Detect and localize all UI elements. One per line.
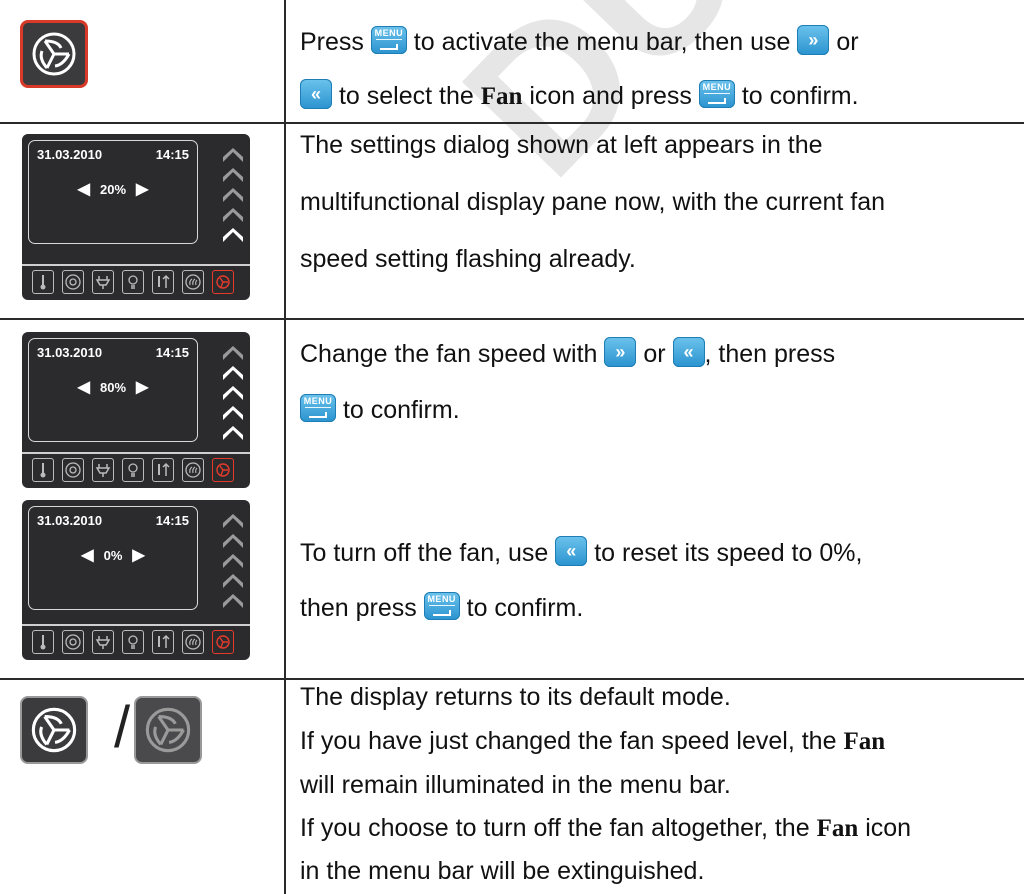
temp-arrows-icon	[152, 270, 174, 294]
settings-display-panel: 31.03.2010 14:15 ◀ 0% ▶	[22, 500, 250, 660]
row2-line3: speed setting flashing already.	[300, 245, 636, 273]
display-screen: 31.03.2010 14:15 ◀ 80% ▶	[28, 338, 198, 442]
display-screen: 31.03.2010 14:15 ◀ 20% ▶	[28, 140, 198, 244]
row3-line4: then press MENU to confirm.	[300, 592, 584, 622]
steam-icon	[182, 270, 204, 294]
row4-line4: If you choose to turn off the fan altoge…	[300, 814, 912, 842]
fan-icon	[212, 270, 234, 294]
date-readout: 31.03.2010	[37, 345, 103, 360]
fan-icon	[212, 630, 234, 654]
speed-level-chevron	[223, 386, 243, 400]
speed-level-chevron	[223, 406, 243, 420]
date-readout: 31.03.2010	[37, 147, 103, 162]
time-readout: 14:15	[155, 345, 189, 360]
bulb-icon	[122, 270, 144, 294]
speed-level-chevron	[223, 168, 243, 182]
speed-level-chevron	[223, 208, 243, 222]
left-arrow-button[interactable]: «	[672, 337, 705, 368]
left-arrow-button[interactable]: «	[300, 79, 332, 110]
row-divider	[0, 678, 1024, 680]
temp-arrows-icon	[152, 458, 174, 482]
time-readout: 14:15	[155, 147, 189, 162]
row2-line1: The settings dialog shown at left appear…	[300, 131, 823, 159]
plug-icon	[92, 270, 114, 294]
right-arrow-button[interactable]: »	[797, 25, 830, 56]
temp-arrows-icon	[152, 630, 174, 654]
speed-readout: ◀ 80% ▶	[77, 379, 149, 396]
speed-level-chevron	[223, 228, 243, 242]
speed-readout: ◀ 20% ▶	[77, 181, 149, 198]
target-icon	[62, 270, 84, 294]
left-arrow-button[interactable]: «	[555, 536, 588, 567]
plug-icon	[92, 630, 114, 654]
speed-level-chevron	[223, 534, 243, 548]
target-icon	[62, 458, 84, 482]
row3-line3: To turn off the fan, use « to reset its …	[300, 525, 862, 582]
fan-icon	[20, 20, 88, 88]
menu-icon-bar	[22, 264, 250, 300]
speed-level-chevron	[223, 346, 243, 360]
plug-icon	[92, 458, 114, 482]
date-readout: 31.03.2010	[37, 513, 103, 528]
time-readout: 14:15	[155, 513, 189, 528]
menu-button[interactable]: MENU	[698, 80, 735, 109]
fan-icon	[212, 458, 234, 482]
settings-display-panel: 31.03.2010 14:15 ◀ 20% ▶	[22, 134, 250, 300]
speed-level-chevron	[223, 594, 243, 608]
fan-icon-illuminated	[20, 696, 88, 764]
row3-line1: Change the fan speed with » or «, then p…	[300, 326, 835, 383]
thermometer-icon	[32, 270, 54, 294]
thermometer-icon	[32, 630, 54, 654]
row-divider	[0, 318, 1024, 320]
speed-level-chevron	[223, 188, 243, 202]
slash-separator: /	[114, 695, 131, 760]
steam-icon	[182, 458, 204, 482]
settings-display-panel: 31.03.2010 14:15 ◀ 80% ▶	[22, 332, 250, 488]
thermometer-icon	[32, 458, 54, 482]
target-icon	[62, 630, 84, 654]
speed-readout: ◀ 0% ▶	[81, 547, 145, 564]
right-arrow-button[interactable]: »	[604, 337, 637, 368]
menu-button[interactable]: MENU	[370, 26, 407, 55]
row4-line1: The display returns to its default mode.	[300, 683, 731, 711]
speed-level-chevron	[223, 426, 243, 440]
fan-icon-extinguished	[134, 696, 202, 764]
speed-level-chevron	[223, 514, 243, 528]
row4-line2: If you have just changed the fan speed l…	[300, 727, 886, 755]
speed-level-chevron	[223, 554, 243, 568]
menu-button[interactable]: MENU	[423, 592, 460, 621]
row1-line1: Press MENU to activate the menu bar, the…	[300, 14, 859, 71]
column-divider	[284, 0, 286, 894]
menu-button[interactable]: MENU	[300, 394, 336, 423]
display-screen: 31.03.2010 14:15 ◀ 0% ▶	[28, 506, 198, 610]
row4-line3: will remain illuminated in the menu bar.	[300, 771, 731, 799]
row4-line5: in the menu bar will be extinguished.	[300, 857, 705, 885]
steam-icon	[182, 630, 204, 654]
speed-level-chevron	[223, 574, 243, 588]
row3-line2: MENU to confirm.	[300, 382, 460, 439]
speed-level-chevron	[223, 148, 243, 162]
menu-icon-bar	[22, 452, 250, 488]
speed-level-chevron	[223, 366, 243, 380]
bulb-icon	[122, 630, 144, 654]
menu-icon-bar	[22, 624, 250, 660]
bulb-icon	[122, 458, 144, 482]
row2-line2: multifunctional display pane now, with t…	[300, 188, 886, 216]
